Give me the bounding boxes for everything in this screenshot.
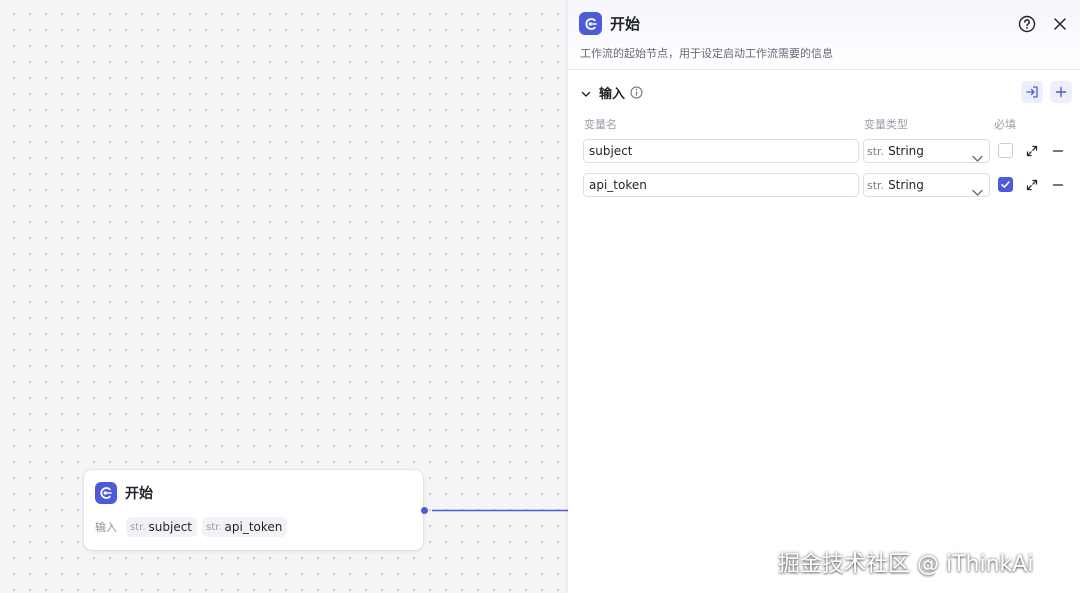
expand-icon[interactable] xyxy=(1024,177,1040,193)
start-node-icon xyxy=(95,482,117,504)
add-variable-button[interactable] xyxy=(1050,81,1072,103)
variable-row: str. String xyxy=(568,139,1080,163)
type-value: String xyxy=(888,144,924,158)
input-section-title: 输入 xyxy=(599,87,626,102)
expand-icon[interactable] xyxy=(1024,143,1040,159)
check-icon xyxy=(1001,181,1010,188)
type-prefix: str. xyxy=(867,178,885,192)
tag-type: str. xyxy=(206,521,222,533)
node-input-label: 输入 xyxy=(95,521,117,534)
node-output-handle[interactable] xyxy=(421,507,428,514)
tag-name: subject xyxy=(148,520,193,534)
variable-name-input[interactable] xyxy=(583,173,859,197)
help-icon[interactable] xyxy=(1016,13,1038,35)
info-icon[interactable] xyxy=(630,84,643,103)
panel-description: 工作流的起始节点，用于设定启动工作流需要的信息 xyxy=(580,47,833,60)
node-input-tag: str. api_token xyxy=(202,517,288,537)
input-section-header: 输入 xyxy=(568,80,1080,104)
chevron-down-icon[interactable] xyxy=(580,85,592,104)
panel-header: 开始 工作流的起始节点，用于设定启动工作流需要的信息 xyxy=(568,0,1080,70)
chevron-down-icon xyxy=(972,182,983,201)
start-node[interactable]: 开始 输入 str. subject str. api_token xyxy=(84,470,423,550)
column-header-type: 变量类型 xyxy=(864,118,908,131)
watermark: 掘金技术社区 @ iThinkAi xyxy=(778,552,1034,577)
column-header-required: 必填 xyxy=(994,118,1016,131)
chevron-down-icon xyxy=(972,148,983,167)
node-input-tag: str. subject xyxy=(126,517,198,537)
variable-row: str. String xyxy=(568,173,1080,197)
variable-name-input[interactable] xyxy=(583,139,859,163)
node-config-panel: 开始 工作流的起始节点，用于设定启动工作流需要的信息 输入 变量名 变量类型 必… xyxy=(568,0,1080,593)
tag-name: api_token xyxy=(224,520,283,534)
close-icon[interactable] xyxy=(1049,13,1071,35)
variable-type-select[interactable]: str. String xyxy=(863,173,990,197)
required-checkbox[interactable] xyxy=(998,143,1013,158)
required-checkbox[interactable] xyxy=(998,177,1013,192)
type-prefix: str. xyxy=(867,144,885,158)
start-node-icon xyxy=(579,12,602,35)
variable-type-select[interactable]: str. String xyxy=(863,139,990,163)
plus-icon xyxy=(1055,86,1067,98)
minus-icon[interactable] xyxy=(1050,143,1066,159)
column-header-name: 变量名 xyxy=(584,118,617,131)
node-inputs: 输入 str. subject str. api_token xyxy=(84,504,423,537)
node-title: 开始 xyxy=(125,486,153,502)
import-icon[interactable] xyxy=(1021,81,1043,103)
node-edge xyxy=(421,507,570,514)
tag-type: str. xyxy=(130,521,146,533)
minus-icon[interactable] xyxy=(1050,177,1066,193)
panel-title: 开始 xyxy=(610,15,641,33)
type-value: String xyxy=(888,178,924,192)
